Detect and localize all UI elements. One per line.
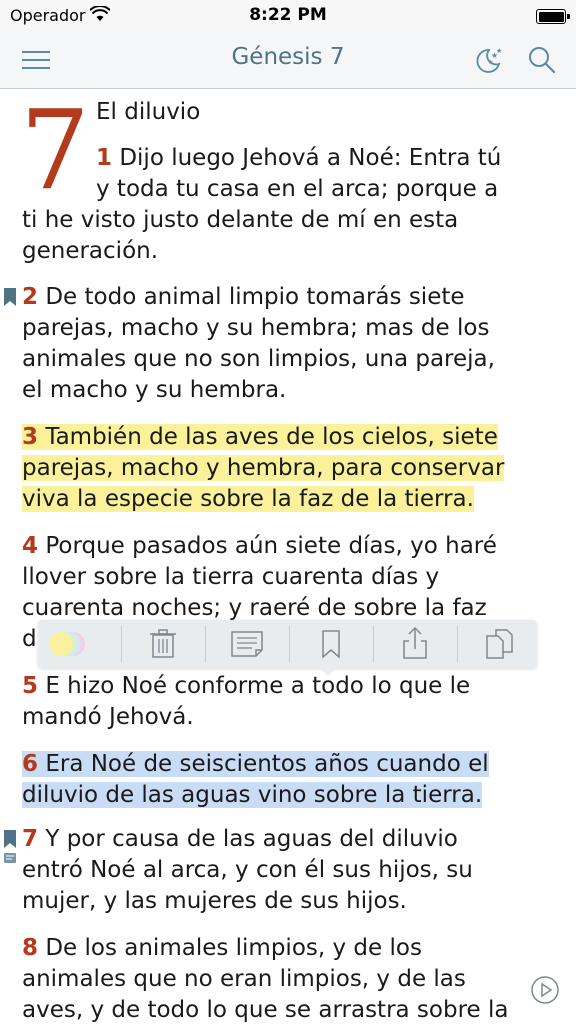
svg-text:★: ★ — [496, 47, 502, 55]
bookmark-icon[interactable] — [290, 620, 373, 668]
verse-line: De los animales limpios, y de los — [45, 935, 422, 961]
verse-line: Era Noé de seiscientos años cuando el — [45, 751, 489, 777]
verse-line: diluvio de las aguas vino sobre la tierr… — [22, 782, 483, 808]
verse-number: 4 — [22, 533, 39, 559]
note-icon[interactable] — [4, 853, 16, 863]
verse-highlighted-blue[interactable]: 6 Era Noé de seiscientos años cuando el … — [22, 749, 552, 811]
verse-line: De todo animal limpio tomarás siete — [45, 284, 465, 310]
verse-line: parejas, macho y hembra, para conservar — [22, 455, 505, 481]
verse[interactable]: 5 E hizo Noé conforme a todo lo que le m… — [22, 671, 552, 733]
verse-number: 1 — [96, 145, 113, 171]
section-heading: El diluvio — [96, 99, 201, 125]
verse-line: ti he visto justo delante de mí en esta — [22, 207, 459, 233]
verse-line: E hizo Noé conforme a todo lo que le — [45, 673, 471, 699]
navigation-bar: Génesis 7 ★ ★ ★ — [0, 32, 576, 89]
bookmark-icon[interactable] — [4, 288, 16, 306]
copy-icon[interactable] — [458, 620, 541, 668]
verse-number: 7 — [22, 826, 39, 852]
verse-number: 5 — [22, 673, 39, 699]
verse-line: el macho y su hembra. — [22, 377, 287, 403]
verse-number: 8 — [22, 935, 39, 961]
verse[interactable]: 2 De todo animal limpio tomarás siete pa… — [22, 282, 552, 406]
search-icon[interactable] — [526, 44, 558, 76]
verse-line: cuarenta noches; y raeré de sobre la faz — [22, 595, 487, 621]
verse[interactable]: 1 Dijo luego Jehová a Noé: Entra tú y to… — [22, 143, 552, 267]
bookmark-icon[interactable] — [4, 830, 16, 848]
play-audio-button[interactable] — [530, 975, 560, 1005]
clock-label: 8:22 PM — [249, 5, 327, 25]
battery-icon — [536, 9, 570, 24]
night-mode-icon[interactable]: ★ ★ ★ — [472, 44, 504, 76]
verse-number: 3 — [22, 424, 39, 450]
verse-line: Y por causa de las aguas del diluvio — [45, 826, 458, 852]
verse-line: parejas, macho y su hembra; mas de los — [22, 315, 490, 341]
svg-text:★: ★ — [488, 59, 493, 66]
verse-line: Porque pasados aún siete días, yo haré — [45, 533, 497, 559]
chapter-text: 7 El diluvio 1 Dijo luego Jehová a Noé: … — [0, 89, 576, 1024]
status-bar: Operador 8:22 PM — [0, 0, 576, 32]
verse-line: mandó Jehová. — [22, 704, 194, 730]
verse-line: También de las aves de los cielos, siete — [45, 424, 498, 450]
verse-line: aves, y de todo lo que se arrastra sobre… — [22, 997, 509, 1023]
verse-line: generación. — [22, 238, 159, 264]
note-icon[interactable] — [206, 620, 289, 668]
verse-line: d — [22, 626, 37, 652]
verse[interactable]: 7 Y por causa de las aguas del diluvio e… — [22, 824, 552, 917]
trash-icon[interactable] — [122, 620, 205, 668]
verse-line: y toda tu casa en el arca; porque a — [96, 176, 499, 202]
verse[interactable]: 8 De los animales limpios, y de los anim… — [22, 933, 552, 1024]
verse-line: entró Noé al arca, y con él sus hijos, s… — [22, 857, 473, 883]
verse-number: 6 — [22, 751, 39, 777]
verse-line: animales que no son limpios, una pareja, — [22, 346, 495, 372]
share-icon[interactable] — [374, 620, 457, 668]
verse-line: Dijo luego Jehová a Noé: Entra tú — [119, 145, 502, 171]
verse-line: viva la especie sobre la faz de la tierr… — [22, 486, 474, 512]
verse-number: 2 — [22, 284, 39, 310]
verse-action-toolbar — [38, 620, 537, 676]
highlight-color-icon[interactable] — [38, 620, 121, 668]
verse-line: animales que no eran limpios, y de las — [22, 966, 466, 992]
verse-highlighted-yellow[interactable]: 3 También de las aves de los cielos, sie… — [22, 422, 552, 515]
verse-line: mujer, y las mujeres de sus hijos. — [22, 888, 407, 914]
verse-line: llover sobre la tierra cuarenta días y — [22, 564, 440, 590]
